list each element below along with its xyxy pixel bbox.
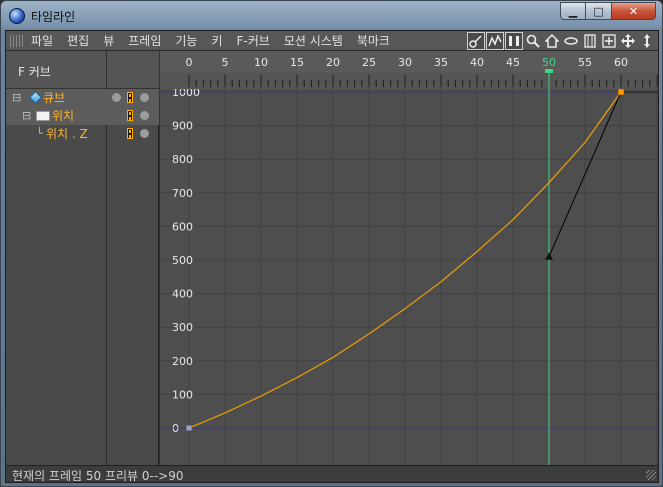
timeline-window: 타임라인 ▁ □ ✕ 파일 편집 뷰 프레임 기능 키 F-커브 모션 시스템 북마크 — [0, 0, 663, 487]
solo-dot-icon[interactable] — [140, 111, 149, 120]
tree-collapse-icon[interactable]: ⊟ — [22, 108, 31, 124]
value-label: 900 — [172, 120, 193, 133]
home-icon[interactable] — [543, 32, 561, 50]
search-icon[interactable] — [524, 32, 542, 50]
link-icon[interactable] — [562, 32, 580, 50]
keyframe-end[interactable] — [617, 88, 625, 96]
fcurve-editor[interactable]: 0 5 10 15 20 25 30 35 40 45 50 55 60 1000 900 800 700 60… — [160, 51, 658, 465]
ruler-label: 0 — [186, 56, 193, 69]
fcurve-mode-icon[interactable] — [486, 32, 504, 50]
ripple-mode-icon[interactable] — [505, 32, 523, 50]
value-label: 600 — [172, 220, 193, 233]
maximize-button[interactable]: □ — [586, 2, 612, 20]
app-icon — [9, 8, 25, 24]
tree-row-position-z[interactable]: └ 위치 . Z — [6, 125, 159, 143]
value-label: 500 — [172, 254, 193, 267]
track-lock-icon[interactable] — [127, 128, 133, 139]
ruler-label: 50 — [542, 56, 556, 69]
ruler-label: 30 — [398, 56, 412, 69]
minimize-button[interactable]: ▁ — [560, 2, 586, 20]
value-label: 300 — [172, 321, 193, 334]
menu-items: 파일 편집 뷰 프레임 기능 키 F-커브 모션 시스템 북마크 — [31, 33, 404, 49]
visibility-dot-icon[interactable] — [112, 93, 121, 102]
menu-item-7[interactable]: 모션 시스템 — [284, 33, 343, 49]
tangent-handle[interactable] — [545, 252, 553, 260]
toolbar — [466, 32, 656, 50]
value-label: 700 — [172, 187, 193, 200]
track-lock-icon[interactable] — [127, 92, 133, 103]
menu-bar: 파일 편집 뷰 프레임 기능 키 F-커브 모션 시스템 북마크 — [6, 31, 658, 51]
ruler-label: 55 — [578, 56, 592, 69]
window-title: 타임라인 — [31, 10, 76, 24]
track-lock-icon[interactable] — [127, 110, 133, 121]
ruler-label: 60 — [614, 56, 628, 69]
keyframe-start[interactable] — [186, 425, 192, 431]
ruler-label: 40 — [470, 56, 484, 69]
tree-row-position[interactable]: ⊟ 위치 — [6, 107, 159, 125]
menu-item-1[interactable]: 편집 — [67, 33, 89, 49]
window-controls: ▁ □ ✕ — [560, 2, 656, 20]
arrow-down-icon[interactable] — [638, 32, 656, 50]
frame-ruler[interactable]: 0 5 10 15 20 25 30 35 40 45 50 55 60 — [160, 51, 658, 89]
menu-item-4[interactable]: 기능 — [175, 33, 197, 49]
cube-icon — [29, 91, 42, 104]
resize-grip-icon[interactable] — [646, 470, 656, 480]
ruler-label: 5 — [222, 56, 229, 69]
tree-label-cube: 큐브 — [43, 91, 66, 105]
key-mode-icon[interactable] — [467, 32, 485, 50]
solo-dot-icon[interactable] — [140, 93, 149, 102]
menu-item-0[interactable]: 파일 — [31, 33, 53, 49]
menu-item-6[interactable]: F-커브 — [237, 33, 270, 49]
move-icon[interactable] — [619, 32, 637, 50]
fcurve-tree-panel: F 커브 ⊟ 큐브 ⊟ 위치 └ 위치 . Z — [6, 51, 159, 465]
fit-icon[interactable] — [581, 32, 599, 50]
ruler-label: 15 — [290, 56, 304, 69]
tree-label-position-z: 위치 . Z — [46, 127, 88, 141]
ruler-tick-band — [160, 73, 658, 89]
frame-ruler-svg[interactable]: 0 5 10 15 20 25 30 35 40 45 50 55 60 — [160, 51, 658, 89]
menu-item-8[interactable]: 북마크 — [357, 33, 390, 49]
value-label: 200 — [172, 355, 193, 368]
object-tree: ⊟ 큐브 ⊟ 위치 └ 위치 . Z — [6, 89, 159, 143]
fcurve-header: F 커브 — [6, 51, 159, 89]
solo-dot-icon[interactable] — [140, 129, 149, 138]
ruler-label: 20 — [326, 56, 340, 69]
add-icon[interactable] — [600, 32, 618, 50]
ruler-label: 10 — [254, 56, 268, 69]
value-label: 400 — [172, 288, 193, 301]
status-bar: 현재의 프레임 50 프리뷰 0-->90 — [6, 465, 658, 483]
menu-item-3[interactable]: 프레임 — [128, 33, 161, 49]
ruler-label: 25 — [362, 56, 376, 69]
ruler-label: 35 — [434, 56, 448, 69]
menu-grip-icon[interactable] — [10, 35, 24, 47]
status-text: 현재의 프레임 50 프리뷰 0-->90 — [12, 469, 184, 483]
tree-branch-icon: └ — [36, 127, 43, 140]
folder-icon — [36, 111, 50, 121]
ruler-label: 45 — [506, 56, 520, 69]
tree-collapse-icon[interactable]: ⊟ — [12, 90, 21, 106]
value-label: 1000 — [172, 89, 200, 99]
value-label: 800 — [172, 153, 193, 166]
client-area: 파일 편집 뷰 프레임 기능 키 F-커브 모션 시스템 북마크 F 커브 ⊟ … — [5, 30, 659, 483]
title-bar[interactable]: 타임라인 ▁ □ ✕ — [1, 1, 662, 31]
fcurve-header-label: F 커브 — [18, 65, 51, 79]
fcurve-plot-svg[interactable]: 10009008007006005004003002001000 — [160, 86, 658, 465]
menu-item-2[interactable]: 뷰 — [103, 33, 114, 49]
tree-label-position: 위치 — [52, 109, 75, 123]
tree-row-cube[interactable]: ⊟ 큐브 — [6, 89, 159, 107]
close-button[interactable]: ✕ — [612, 2, 656, 20]
value-label: 100 — [172, 388, 193, 401]
fcurve-plot[interactable]: 1000 900 800 700 600 500 400 300 200 100 0 — [160, 86, 658, 465]
menu-item-5[interactable]: 키 — [211, 33, 222, 49]
